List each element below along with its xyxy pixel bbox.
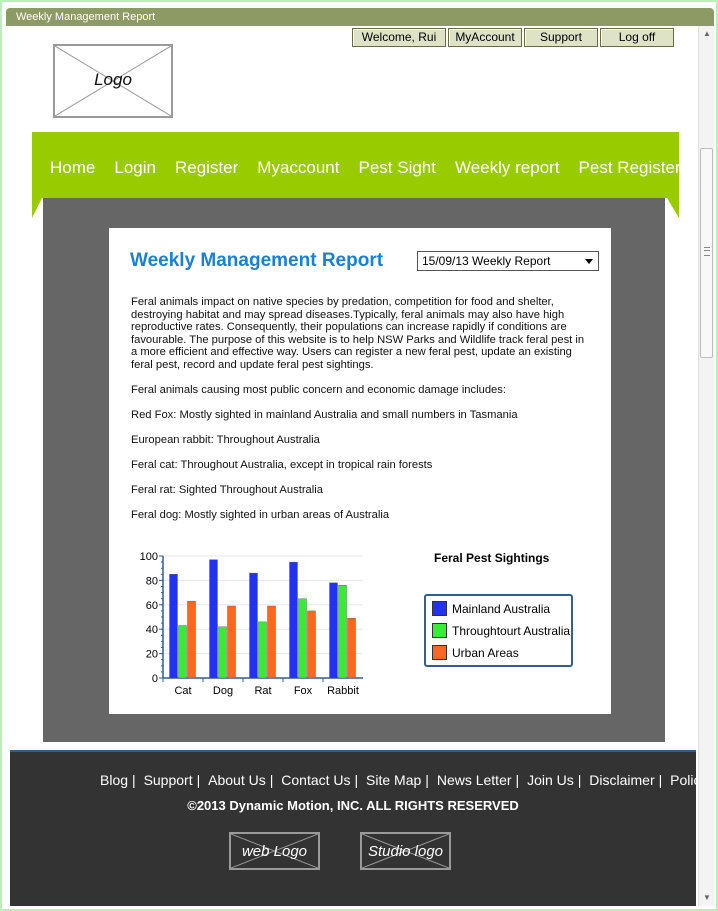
nav-item-login[interactable]: Login (114, 158, 156, 178)
bar-rat-1 (258, 621, 267, 679)
studio-logo-placeholder[interactable]: Studio logo (360, 832, 451, 870)
copyright-text: ©2013 Dynamic Motion, INC. ALL RIGHTS RE… (187, 798, 519, 813)
y-tick-label: 60 (146, 600, 158, 612)
legend-label: Mainland Australia (452, 602, 551, 616)
footer-link-disclaimer[interactable]: Disclaimer (589, 772, 654, 788)
support-button[interactable]: Support (524, 28, 598, 47)
site-footer: Blog | Support | About Us | Contact Us | Sit… (10, 750, 696, 906)
x-tick-label: Rat (254, 685, 271, 697)
nav-item-home[interactable]: Home (50, 158, 95, 178)
scroll-down-icon[interactable]: ▼ (699, 890, 715, 906)
legend-item-urban: Urban Areas (432, 645, 519, 661)
nav-ribbon-left (32, 198, 42, 218)
y-tick-label: 100 (140, 551, 158, 563)
myaccount-button[interactable]: MyAccount (448, 28, 522, 47)
x-tick-label: Fox (294, 685, 313, 697)
report-week-select[interactable]: 15/09/13 Weekly Report (417, 251, 599, 271)
nav-ribbon-right (667, 198, 679, 218)
legend-label: Urban Areas (452, 646, 519, 660)
bar-cat-2 (187, 600, 196, 679)
nav-item-weekly-report[interactable]: Weekly report (455, 158, 560, 178)
footer-link-joinus[interactable]: Join Us (527, 772, 574, 788)
y-tick-label: 20 (146, 649, 158, 661)
logo-label: Logo (94, 70, 132, 89)
browser-window: Weekly Management Report Welcome, Rui My… (0, 0, 718, 911)
y-tick-label: 40 (146, 624, 158, 636)
animal-item: European rabbit: Throughout Australia (131, 434, 320, 446)
page-content: Welcome, Rui MyAccount Support Log off L… (10, 26, 696, 906)
report-panel: Weekly Management Report 15/09/13 Weekly… (109, 228, 611, 714)
footer-link-contact[interactable]: Contact Us (281, 772, 350, 788)
footer-link-newsletter[interactable]: News Letter (437, 772, 512, 788)
nav-item-pest-sight[interactable]: Pest Sight (358, 158, 436, 178)
sightings-bar-chart: 0 20 40 60 80 100 Cat Dog Rat Fox Rabbit (140, 551, 363, 697)
web-logo-placeholder[interactable]: web Logo (229, 832, 320, 870)
window-title: Weekly Management Report (6, 8, 714, 26)
legend-swatch (432, 601, 447, 616)
bar-rat-0 (249, 572, 258, 679)
bar-fox-1 (298, 598, 307, 679)
bar-dog-0 (209, 559, 218, 679)
site-logo-placeholder[interactable]: Logo (53, 44, 173, 118)
x-tick-label: Rabbit (327, 685, 359, 697)
nav-item-register[interactable]: Register (175, 158, 238, 178)
bar-rabbit-1 (338, 585, 347, 679)
nav-item-pest-register[interactable]: Pest Register (579, 158, 681, 178)
main-navigation: Home Login Register Myaccount Pest Sight… (32, 132, 681, 198)
report-intro-text: Feral animals impact on native species b… (131, 296, 585, 371)
scrollbar-thumb[interactable] (700, 148, 713, 358)
scroll-up-icon[interactable]: ▲ (699, 26, 715, 42)
animal-item: Feral cat: Throughout Australia, except … (131, 459, 433, 471)
legend-swatch (432, 645, 447, 660)
legend-item-throughout: Throughtourt Australia (432, 623, 570, 639)
bar-rabbit-2 (347, 618, 356, 679)
y-tick-label: 80 (146, 575, 158, 587)
bar-fox-0 (289, 561, 298, 679)
legend-label: Throughtourt Australia (452, 624, 571, 638)
user-toolbar: Welcome, Rui MyAccount Support Log off (352, 28, 674, 47)
report-week-select-value: 15/09/13 Weekly Report (422, 254, 551, 268)
animal-item: Red Fox: Mostly sighted in mainland Aust… (131, 409, 518, 421)
web-logo-label: web Logo (241, 843, 308, 860)
bar-rabbit-0 (329, 582, 338, 679)
nav-item-myaccount[interactable]: Myaccount (257, 158, 339, 178)
bar-dog-2 (227, 605, 236, 679)
bar-dog-1 (218, 626, 227, 679)
footer-link-about[interactable]: About Us (208, 772, 266, 788)
logoff-button[interactable]: Log off (600, 28, 674, 47)
studio-logo-label: Studio logo (367, 843, 444, 860)
bar-cat-1 (178, 625, 187, 679)
x-tick-label: Cat (174, 685, 191, 697)
y-tick-label: 0 (152, 673, 158, 685)
legend-swatch (432, 623, 447, 638)
bar-fox-2 (307, 610, 316, 679)
footer-link-support[interactable]: Support (144, 772, 193, 788)
animal-item: Feral dog: Mostly sighted in urban areas… (131, 509, 390, 521)
chart-title: Feral Pest Sightings (434, 551, 550, 565)
welcome-button[interactable]: Welcome, Rui (352, 28, 446, 47)
bar-cat-0 (169, 574, 178, 679)
footer-link-sitemap[interactable]: Site Map (366, 772, 421, 788)
legend-item-mainland: Mainland Australia (432, 601, 550, 617)
chevron-down-icon (585, 259, 593, 264)
bar-rat-2 (267, 605, 276, 679)
x-tick-label: Dog (213, 685, 233, 697)
chart-legend: Mainland Australia Throughtourt Australi… (424, 594, 573, 667)
animal-item: Feral rat: Sighted Throughout Australia (131, 484, 323, 496)
report-concern-text: Feral animals causing most public concer… (131, 384, 506, 396)
footer-link-blog[interactable]: Blog (100, 772, 128, 788)
footer-link-policies[interactable]: Policies (670, 772, 696, 788)
report-title: Weekly Management Report (130, 250, 384, 271)
vertical-scrollbar[interactable]: ▲ ▼ (698, 26, 714, 906)
footer-links: Blog | Support | About Us | Contact Us | Sit… (96, 772, 696, 788)
